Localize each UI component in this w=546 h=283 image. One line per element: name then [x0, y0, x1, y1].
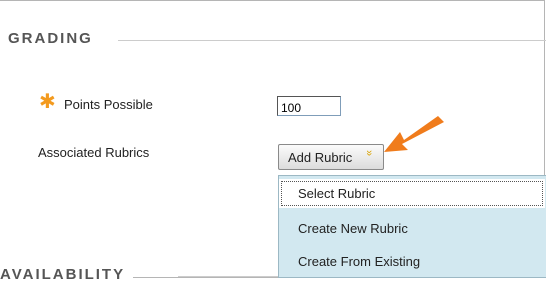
required-star-icon: ✱ [39, 91, 56, 113]
annotation-arrow-icon [384, 116, 444, 152]
grading-section-rule [118, 40, 546, 41]
menu-item-create-new-rubric[interactable]: Create New Rubric [279, 214, 545, 243]
associated-rubrics-label: Associated Rubrics [38, 145, 150, 160]
add-rubric-button-label: Add Rubric [288, 150, 353, 165]
availability-section-rule [178, 276, 278, 277]
menu-item-select-rubric[interactable]: Select Rubric [279, 179, 545, 208]
rubric-dropdown-menu: Select Rubric Create New Rubric Create F… [278, 175, 546, 278]
points-possible-label: Points Possible [64, 97, 153, 112]
double-chevron-down-icon: » [363, 149, 376, 157]
availability-section-header: AVAILABILITY [0, 266, 134, 283]
points-possible-input[interactable] [277, 96, 341, 116]
add-rubric-button[interactable]: Add Rubric » [278, 144, 384, 170]
menu-item-create-from-existing[interactable]: Create From Existing [279, 247, 545, 276]
grading-section-header: GRADING [8, 30, 101, 47]
